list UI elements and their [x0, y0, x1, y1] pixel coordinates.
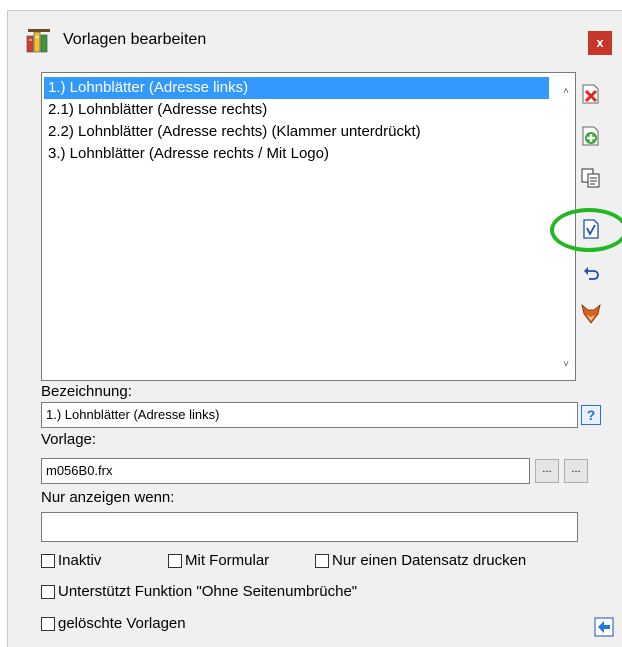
copy-icon: [581, 168, 600, 188]
inaktiv-checkbox[interactable]: [41, 554, 55, 568]
list-item[interactable]: 1.) Lohnblätter (Adresse links): [44, 77, 549, 99]
window-title: Vorlagen bearbeiten: [63, 31, 207, 48]
browse-button-1[interactable]: ...: [535, 459, 559, 483]
vorlage-field[interactable]: m056B0.frx: [41, 458, 530, 484]
copy-template-button[interactable]: [578, 165, 604, 191]
nur-einen-label: Nur einen Datensatz drucken: [332, 552, 527, 569]
scroll-down-icon[interactable]: ˅: [557, 356, 575, 374]
mit-formular-label: Mit Formular: [185, 552, 270, 569]
browse-button-2[interactable]: ...: [564, 459, 588, 483]
highlight-annotation: [550, 208, 622, 252]
ohne-umbrueche-checkbox[interactable]: [41, 585, 55, 599]
vorlage-label: Vorlage:: [41, 431, 97, 448]
close-button[interactable]: x: [588, 31, 612, 55]
bezeichnung-label: Bezeichnung:: [41, 383, 132, 400]
arrow-left-icon: [594, 617, 614, 637]
scroll-up-icon[interactable]: ˄: [557, 83, 575, 101]
geloeschte-label: gelöschte Vorlagen: [58, 615, 186, 632]
list-item[interactable]: 3.) Lohnblätter (Adresse rechts / Mit Lo…: [44, 143, 549, 165]
app-icon: [25, 28, 53, 54]
nur-einen-checkbox[interactable]: [315, 554, 329, 568]
bezeichnung-field[interactable]: 1.) Lohnblätter (Adresse links): [41, 402, 578, 428]
vorlagen-list[interactable]: 1.) Lohnblätter (Adresse links) 2.1) Loh…: [41, 72, 576, 381]
list-item[interactable]: 2.2) Lohnblätter (Adresse rechts) (Klamm…: [44, 121, 549, 143]
geloeschte-checkbox[interactable]: [41, 617, 55, 631]
mit-formular-checkbox[interactable]: [168, 554, 182, 568]
nur-anzeigen-field[interactable]: [41, 512, 578, 542]
back-button[interactable]: [594, 617, 614, 637]
nur-anzeigen-label: Nur anzeigen wenn:: [41, 489, 175, 506]
title-bar: Vorlagen bearbeiten x: [8, 11, 622, 65]
undo-icon: [584, 267, 599, 280]
vorlagen-dialog: Vorlagen bearbeiten x 1.) Lohnblätter (A…: [7, 10, 622, 647]
fox-button[interactable]: [578, 301, 604, 327]
delete-document-icon: [582, 84, 599, 104]
help-icon[interactable]: ?: [581, 405, 601, 425]
inaktiv-label: Inaktiv: [58, 552, 102, 569]
ohne-umbrueche-label: Unterstützt Funktion "Ohne Seitenumbrüch…: [58, 583, 358, 600]
new-template-button[interactable]: [578, 123, 604, 149]
fox-icon: [581, 303, 601, 324]
list-item[interactable]: 2.1) Lohnblätter (Adresse rechts): [44, 99, 549, 121]
add-document-icon: [582, 126, 599, 146]
undo-button[interactable]: [578, 261, 604, 287]
delete-template-button[interactable]: [578, 81, 604, 107]
